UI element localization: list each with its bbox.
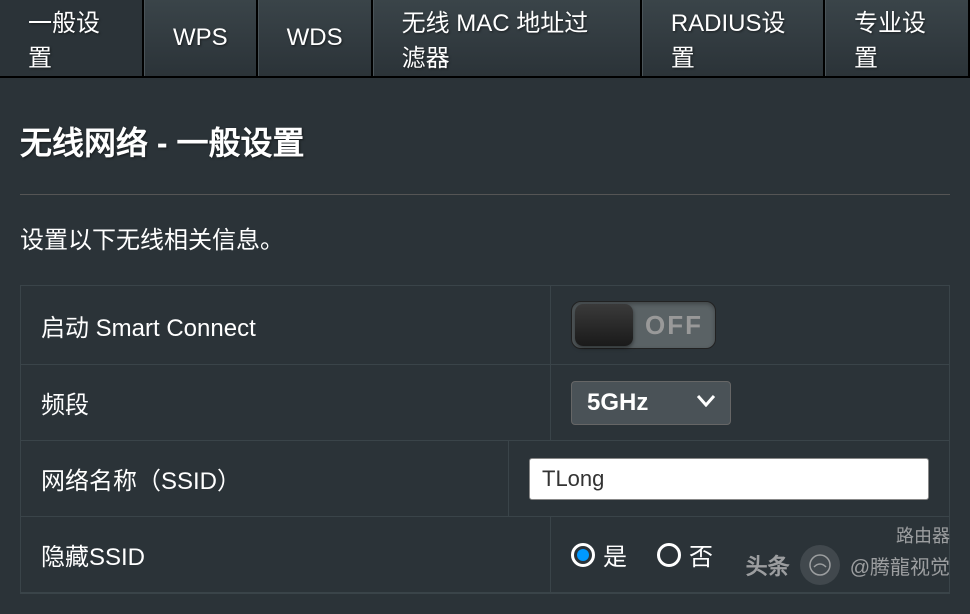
- radio-no: [657, 543, 681, 567]
- watermark-text1: 头条: [746, 549, 790, 581]
- watermark-icon: [800, 545, 840, 585]
- label-band: 频段: [21, 365, 551, 440]
- hide-ssid-radio-group: 是 否: [571, 537, 713, 572]
- control-smart-connect: OFF: [551, 286, 949, 364]
- label-hide-ssid: 隐藏SSID: [21, 517, 551, 592]
- smart-connect-toggle[interactable]: OFF: [571, 301, 716, 349]
- tab-mac-filter[interactable]: 无线 MAC 地址过滤器: [373, 0, 642, 76]
- radio-option-no[interactable]: 否: [657, 537, 713, 572]
- tab-professional[interactable]: 专业设置: [825, 0, 970, 76]
- watermark: 头条 @腾龍视觉: [746, 545, 950, 585]
- tabs-bar: 一般设置 WPS WDS 无线 MAC 地址过滤器 RADIUS设置 专业设置: [0, 0, 970, 78]
- page-description: 设置以下无线相关信息。: [20, 220, 950, 255]
- toggle-state-label: OFF: [633, 310, 715, 341]
- radio-option-yes[interactable]: 是: [571, 537, 627, 572]
- tab-general[interactable]: 一般设置: [0, 0, 144, 76]
- chevron-down-icon: [697, 394, 715, 412]
- row-smart-connect: 启动 Smart Connect OFF: [21, 286, 949, 365]
- row-band: 频段 5GHz: [21, 365, 949, 441]
- band-value: 5GHz: [587, 389, 648, 417]
- label-smart-connect: 启动 Smart Connect: [21, 286, 551, 364]
- radio-no-label: 否: [689, 537, 713, 572]
- ssid-input[interactable]: [529, 458, 929, 500]
- tab-wds[interactable]: WDS: [258, 0, 373, 76]
- control-ssid: [509, 441, 949, 516]
- band-select[interactable]: 5GHz: [571, 381, 731, 425]
- page-title: 无线网络 - 一般设置: [20, 118, 950, 195]
- toggle-knob: [575, 304, 633, 346]
- label-ssid: 网络名称（SSID）: [21, 441, 509, 516]
- radio-yes: [571, 543, 595, 567]
- watermark-text2: @腾龍视觉: [850, 551, 950, 580]
- tab-wps[interactable]: WPS: [144, 0, 258, 76]
- control-band: 5GHz: [551, 365, 949, 440]
- tab-radius[interactable]: RADIUS设置: [642, 0, 825, 76]
- row-ssid: 网络名称（SSID）: [21, 441, 949, 517]
- radio-yes-label: 是: [603, 537, 627, 572]
- content-area: 无线网络 - 一般设置 设置以下无线相关信息。 启动 Smart Connect…: [0, 78, 970, 614]
